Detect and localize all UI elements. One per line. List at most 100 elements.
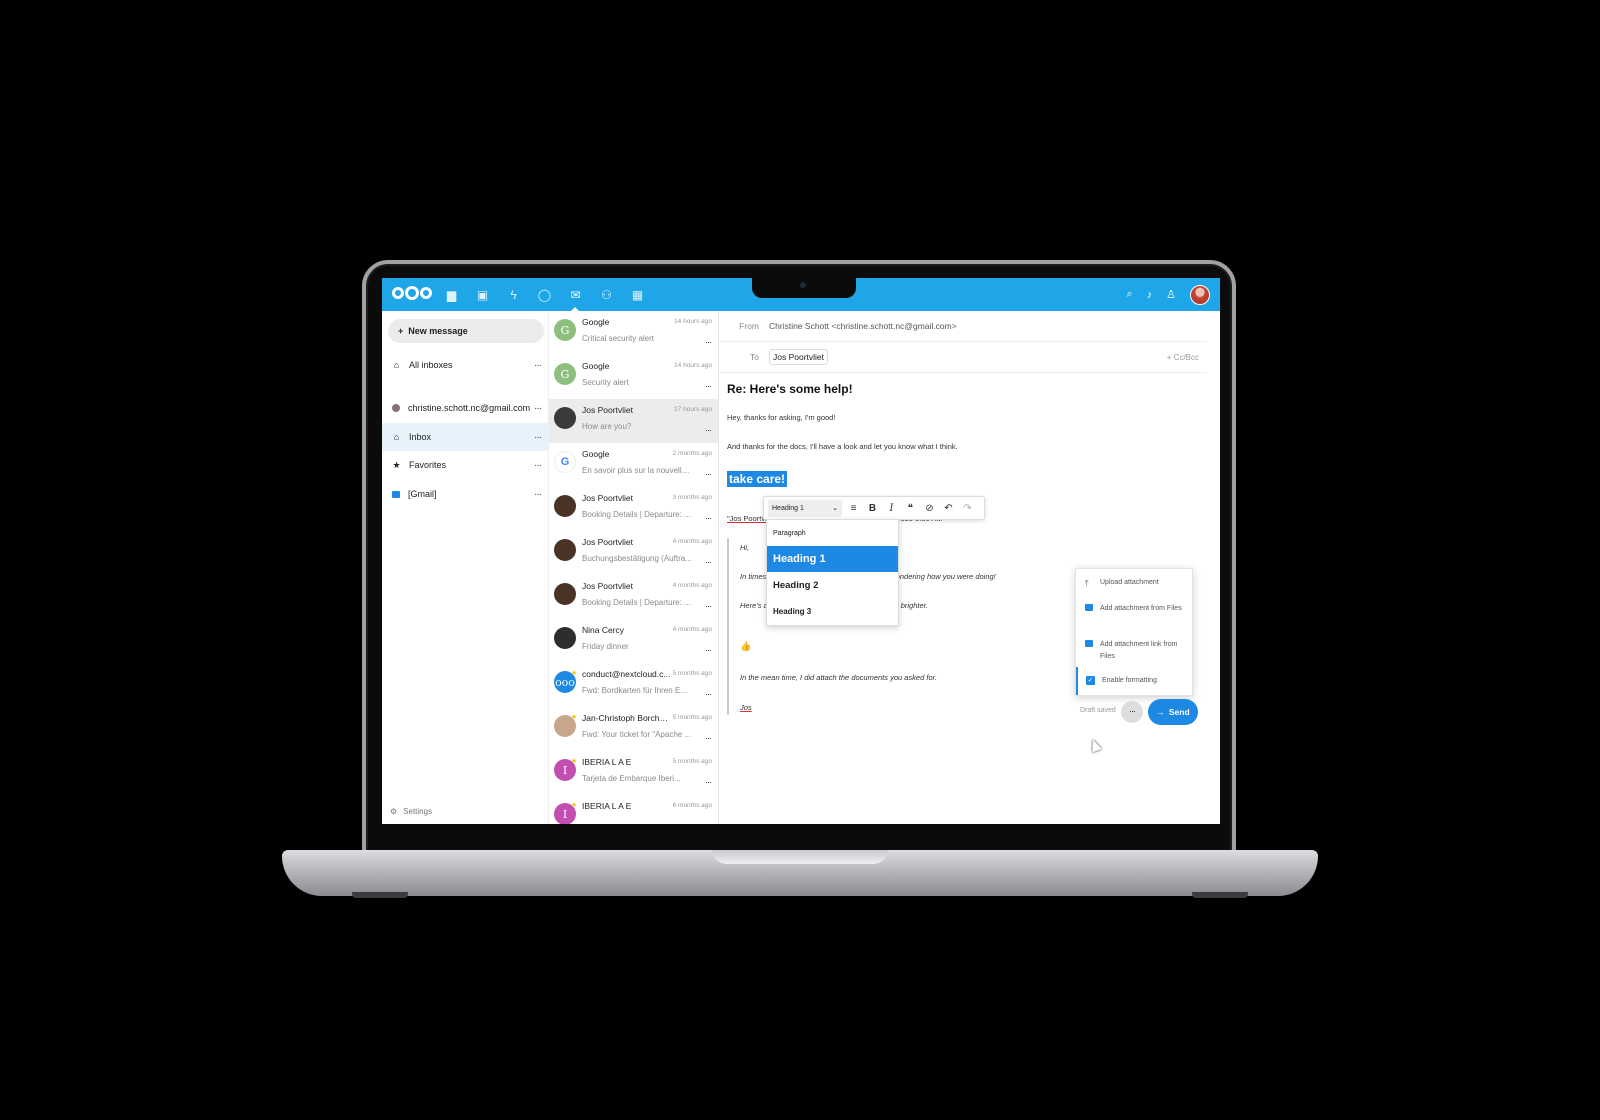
nav-favorites[interactable]: ★ Favorites ···	[382, 451, 549, 479]
italic-icon[interactable]: I	[884, 503, 899, 514]
selected-heading-text[interactable]: take care!	[727, 471, 788, 487]
message-list-item[interactable]: ooo ★ conduct@nextcloud.c... 5 months ago Fw…	[549, 663, 718, 707]
notifications-icon[interactable]: ♪	[1147, 289, 1153, 301]
send-button[interactable]: → Send	[1148, 699, 1198, 725]
more-icon[interactable]: ···	[705, 469, 712, 479]
more-icon[interactable]: ···	[705, 821, 712, 824]
more-icon[interactable]: ···	[705, 601, 712, 611]
calendar-icon[interactable]: ▦	[622, 278, 653, 311]
message-list-item[interactable]: Nina Cercy 4 months ago Friday dinner ···	[549, 619, 718, 663]
more-icon[interactable]: ···	[534, 360, 542, 371]
message-list-item[interactable]: G Google 14 hours ago Critical security ale…	[549, 311, 718, 355]
laptop-foot-left	[352, 892, 408, 898]
avatar	[554, 407, 576, 429]
avatar	[554, 627, 576, 649]
account-color-dot	[392, 404, 400, 412]
enable-formatting-item[interactable]: ✓ Enable formatting	[1076, 667, 1192, 695]
option-heading-2[interactable]: Heading 2	[767, 572, 898, 598]
message-list-item[interactable]: ★ Jan-Christoph Borchardt 5 months ago Fwd:…	[549, 707, 718, 751]
files-icon[interactable]: ▆	[436, 278, 467, 311]
header-actions: ⌕ ♪ ♙	[1126, 278, 1210, 311]
message-time: 4 months ago	[672, 626, 712, 633]
message-subject: Tarjeta de Embarque Iberi...	[582, 774, 681, 783]
more-icon[interactable]: ···	[705, 425, 712, 435]
upload-attachment-item[interactable]: ⤒ Upload attachment	[1076, 569, 1192, 595]
option-paragraph[interactable]: Paragraph	[767, 520, 898, 546]
message-list-item[interactable]: Jos Poortvliet 4 months ago Buchungsbestät…	[549, 531, 718, 575]
quote-line: In the mean time, I did attach the docum…	[740, 673, 937, 682]
option-heading-1[interactable]: Heading 1	[767, 546, 898, 572]
activity-icon[interactable]: ϟ	[498, 278, 529, 311]
undo-icon[interactable]: ↶	[941, 503, 956, 514]
link-icon[interactable]: ⊘	[922, 503, 937, 514]
more-icon[interactable]: ···	[534, 432, 542, 443]
avatar	[554, 539, 576, 561]
nav-account[interactable]: christine.schott.nc@gmail.com ···	[382, 394, 549, 422]
contacts-icon[interactable]: ⚇	[591, 278, 622, 311]
message-list-item[interactable]: G Google 14 hours ago Security alert ···	[549, 355, 718, 399]
message-from: Jos Poortvliet	[582, 493, 634, 503]
message-list-item[interactable]: I ★ IBERIA L A E5 months ago Tarjeta de Emb…	[549, 751, 718, 795]
message-list-item[interactable]: Jos Poortvliet 4 months ago Booking Detail…	[549, 575, 718, 619]
message-list-item[interactable]: Jos Poortvliet 3 months ago Booking Detail…	[549, 487, 718, 531]
option-heading-3[interactable]: Heading 3	[767, 598, 898, 624]
more-icon[interactable]: ···	[705, 689, 712, 699]
align-icon[interactable]: ≡	[846, 503, 861, 514]
message-list-item[interactable]: G Google 2 months ago En savoir plus sur la…	[549, 443, 718, 487]
more-icon[interactable]: ···	[705, 513, 712, 523]
message-subject: How are you?	[582, 422, 632, 431]
attach-link-from-files-item[interactable]: Add attachment link from Files	[1076, 631, 1192, 667]
nextcloud-logo[interactable]	[392, 286, 432, 300]
message-from: Jos Poortvliet	[582, 405, 634, 415]
message-subject: Fwd: Bordkarten für Ihren Eur...	[582, 686, 692, 695]
more-icon[interactable]: ···	[705, 337, 712, 347]
more-icon[interactable]: ···	[705, 777, 712, 787]
nav-gmail-folder[interactable]: [Gmail] ···	[382, 480, 549, 508]
message-time: 2 months ago	[672, 450, 712, 457]
message-list-item[interactable]: I★IBERIA L A E6 months ago···	[549, 795, 718, 824]
cc-bcc-toggle[interactable]: + Cc/Bcc	[1167, 353, 1199, 362]
more-icon[interactable]: ···	[534, 460, 542, 471]
draft-status: Draft saved	[1080, 707, 1116, 714]
more-icon[interactable]: ···	[705, 645, 712, 655]
photos-icon[interactable]: ▣	[467, 278, 498, 311]
text-style-dropdown: Paragraph Heading 1 Heading 2 Heading 3	[766, 519, 899, 626]
message-time: 4 months ago	[672, 538, 712, 545]
favorite-star-icon: ★	[571, 758, 578, 765]
settings-link[interactable]: ⚙ Settings	[390, 807, 432, 816]
mail-navigation: + New message ⌂ All inboxes ··· christin…	[382, 311, 549, 824]
recipient-chip[interactable]: Jos Poortvliet	[769, 349, 829, 365]
chevron-down-icon: ⌄	[832, 505, 838, 512]
more-icon[interactable]: ···	[534, 489, 542, 500]
search-icon[interactable]: ⌕	[1126, 288, 1132, 301]
redo-icon[interactable]: ↷	[960, 503, 975, 514]
message-from: Jan-Christoph Borchardt	[582, 713, 672, 723]
more-icon[interactable]: ···	[534, 403, 542, 414]
talk-icon[interactable]: ◯	[529, 278, 560, 311]
user-avatar[interactable]	[1190, 284, 1210, 305]
more-icon[interactable]: ···	[705, 733, 712, 743]
message-subject: Booking Details | Departure: ...	[582, 598, 691, 607]
nav-inbox[interactable]: ⌂ Inbox ···	[382, 423, 549, 451]
message-from: conduct@nextcloud.c...	[582, 669, 671, 679]
bold-icon[interactable]: B	[865, 503, 880, 514]
new-message-button[interactable]: + New message	[388, 319, 544, 343]
text-style-select[interactable]: Heading 1 ⌄	[768, 499, 842, 517]
body-line[interactable]: And thanks for the docs, I'll have a loo…	[727, 442, 958, 451]
attach-from-files-item[interactable]: Add attachment from Files	[1076, 595, 1192, 631]
message-list-item[interactable]: Jos Poortvliet 17 hours ago How are you? ··…	[549, 399, 718, 443]
laptop-foot-right	[1192, 892, 1248, 898]
from-select[interactable]: Christine Schott <christine.schott.nc@gm…	[769, 321, 957, 331]
subject-field[interactable]: Re: Here's some help!	[727, 382, 853, 396]
to-label: To	[750, 352, 759, 362]
nav-all-inboxes[interactable]: ⌂ All inboxes ···	[382, 351, 549, 379]
mail-icon[interactable]: ✉	[560, 278, 591, 311]
star-icon: ★	[392, 459, 401, 470]
more-icon[interactable]: ···	[705, 381, 712, 391]
more-actions-button[interactable]: ···	[1121, 701, 1143, 723]
quote-icon[interactable]: ❝	[903, 503, 918, 514]
body-line[interactable]: Hey, thanks for asking, I'm good!	[727, 413, 835, 422]
contacts-menu-icon[interactable]: ♙	[1166, 288, 1176, 301]
more-icon[interactable]: ···	[705, 557, 712, 567]
avatar	[554, 583, 576, 605]
